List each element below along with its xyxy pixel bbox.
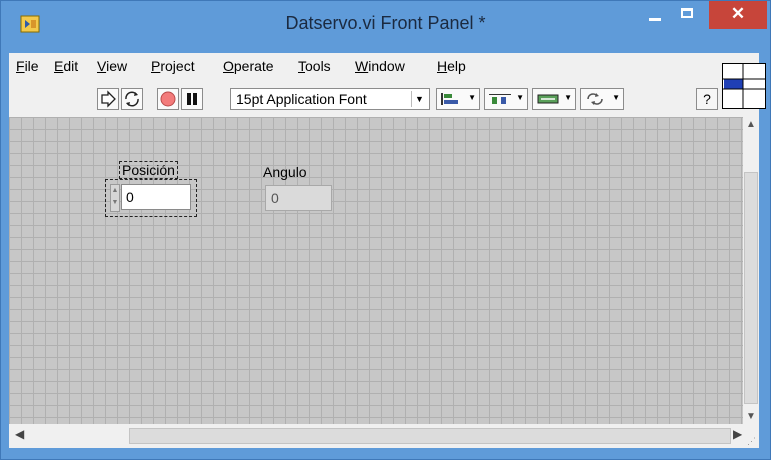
- menu-edit-label: dit: [63, 58, 79, 74]
- chevron-down-icon: ▼: [564, 93, 572, 102]
- abort-button[interactable]: [157, 88, 179, 110]
- increment-decrement-icon[interactable]: ▲ ▼: [110, 184, 120, 212]
- context-help-button[interactable]: ?: [696, 88, 718, 110]
- menu-operate-label: perate: [233, 58, 274, 74]
- scroll-down-icon[interactable]: ▼: [743, 411, 759, 422]
- distribute-objects-icon: [489, 94, 511, 104]
- menu-bar: File Edit View Project Operate Tools Win…: [9, 53, 759, 81]
- menu-help-label: elp: [447, 58, 466, 74]
- distribute-objects-dropdown[interactable]: ▼: [484, 88, 528, 110]
- front-panel-canvas[interactable]: Posición ▲ ▼ 0 Angulo 0: [9, 117, 743, 424]
- chevron-down-icon: ▼: [516, 93, 524, 102]
- text-settings-dropdown[interactable]: 15pt Application Font ▼: [230, 88, 430, 110]
- posicion-label[interactable]: Posición: [119, 161, 178, 179]
- window: Datservo.vi Front Panel * ✕ File Edit Vi…: [0, 0, 771, 460]
- menu-tools[interactable]: Tools: [298, 58, 331, 74]
- connector-pane-icon[interactable]: [722, 63, 766, 109]
- font-select-value: 15pt Application Font: [236, 91, 367, 107]
- angulo-indicator[interactable]: 0: [265, 185, 332, 211]
- menu-window-mnemonic: W: [355, 58, 369, 74]
- help-icon: ?: [703, 91, 711, 107]
- menu-view-label: iew: [106, 58, 128, 74]
- scroll-right-icon[interactable]: ▶: [733, 427, 742, 441]
- run-arrow-icon: [101, 90, 116, 108]
- toolbar: 15pt Application Font ▼ ▼ ▼ ▼ ▼ ?: [9, 81, 759, 118]
- pause-button[interactable]: [181, 88, 203, 110]
- scroll-left-icon[interactable]: ◀: [15, 427, 24, 441]
- menu-window[interactable]: Window: [355, 58, 405, 74]
- menu-file-label: ile: [24, 58, 39, 74]
- run-continuously-button[interactable]: [121, 88, 143, 110]
- menu-project-label: roject: [160, 58, 195, 74]
- align-objects-icon: [441, 93, 458, 105]
- menu-edit-mnemonic: E: [54, 58, 64, 74]
- menu-tools-label: ools: [305, 58, 331, 74]
- connector-pane-grid-icon: [723, 64, 765, 108]
- menu-file-mnemonic: F: [16, 58, 25, 74]
- run-button[interactable]: [97, 88, 119, 110]
- vertical-scroll-thumb[interactable]: [744, 172, 758, 404]
- resize-grip-icon[interactable]: ⋰: [747, 436, 757, 446]
- menu-project[interactable]: Project: [151, 58, 195, 74]
- horizontal-scroll-thumb[interactable]: [129, 428, 731, 444]
- close-button[interactable]: ✕: [709, 1, 767, 29]
- chevron-down-icon: ▼: [612, 93, 620, 102]
- menu-view[interactable]: View: [97, 58, 127, 74]
- align-objects-dropdown[interactable]: ▼: [436, 88, 480, 110]
- menu-project-mnemonic: P: [151, 58, 161, 74]
- reorder-dropdown[interactable]: ▼: [580, 88, 624, 110]
- menu-operate-mnemonic: O: [223, 58, 234, 74]
- pause-icon: [187, 93, 197, 105]
- title-bar[interactable]: Datservo.vi Front Panel * ✕: [1, 1, 770, 53]
- minimize-button[interactable]: [641, 1, 669, 29]
- resize-objects-dropdown[interactable]: ▼: [532, 88, 576, 110]
- menu-edit[interactable]: Edit: [54, 58, 78, 74]
- menu-help[interactable]: Help: [437, 58, 466, 74]
- horizontal-scrollbar[interactable]: ◀ ▶ ⋰: [9, 424, 759, 448]
- abort-icon: [160, 91, 176, 107]
- reorder-icon: [587, 93, 603, 105]
- chevron-down-icon: ▼: [411, 91, 427, 107]
- scroll-up-icon[interactable]: ▲: [743, 119, 759, 130]
- menu-tools-mnemonic: T: [298, 58, 305, 74]
- posicion-input[interactable]: 0: [121, 184, 191, 210]
- resize-objects-icon: [537, 94, 559, 104]
- maximize-button[interactable]: [673, 1, 701, 29]
- menu-operate[interactable]: Operate: [223, 58, 274, 74]
- menu-view-mnemonic: V: [97, 58, 107, 74]
- menu-help-mnemonic: H: [437, 58, 448, 74]
- posicion-numeric-control[interactable]: ▲ ▼ 0: [105, 179, 197, 217]
- vertical-scrollbar[interactable]: ▲ ▼: [743, 117, 759, 424]
- menu-file[interactable]: File: [16, 58, 39, 74]
- angulo-label[interactable]: Angulo: [263, 164, 307, 180]
- menu-window-label: indow: [368, 58, 405, 74]
- chevron-down-icon: ▼: [468, 93, 476, 102]
- run-continuously-icon: [125, 91, 139, 107]
